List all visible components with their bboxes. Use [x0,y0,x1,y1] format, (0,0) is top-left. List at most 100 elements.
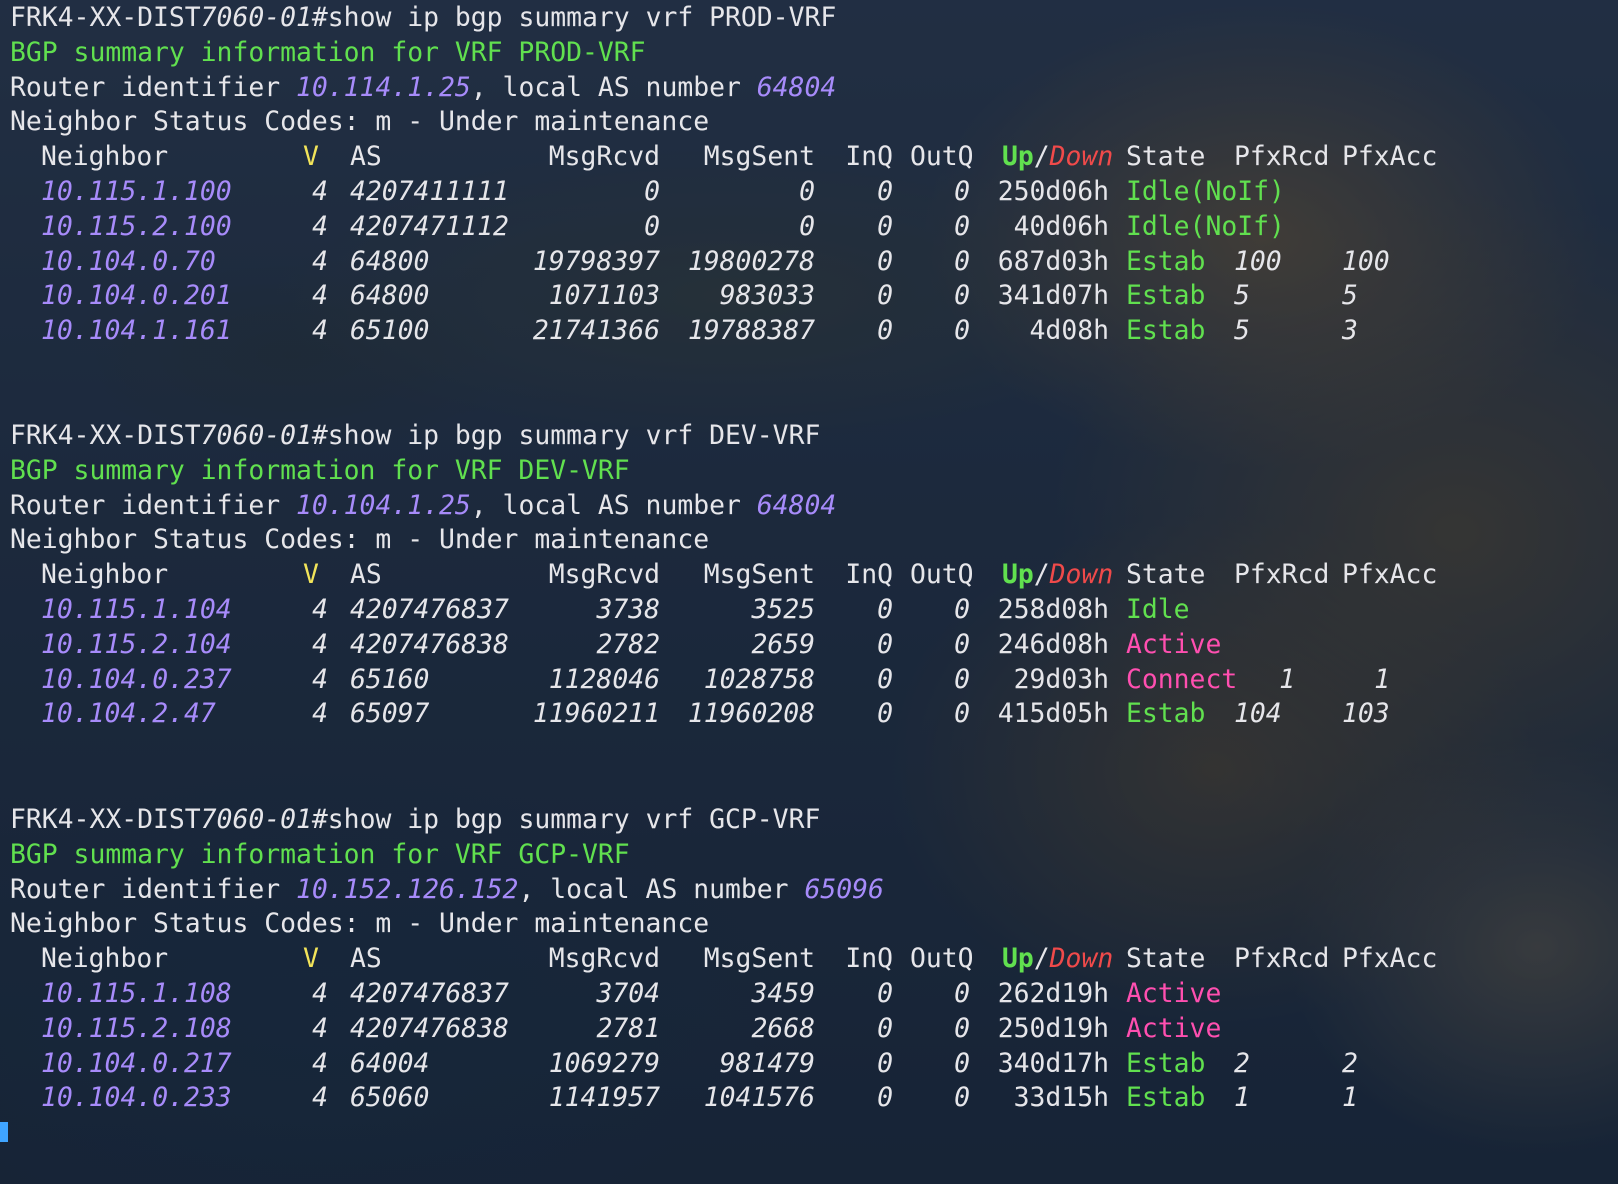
neighbor-msgsent: 0 [799,176,815,207]
neighbor-msgrcvd: 1069279 [548,1047,660,1079]
neighbor-updown: 262d19h [997,978,1109,1009]
neighbor-updown: 687d03h [997,245,1109,277]
neighbor-updown: 29d03h [1013,663,1109,695]
terminal-cursor [0,1122,8,1142]
neighbor-msgsent: 0 [799,210,815,242]
neighbor-v: 4 [312,594,328,625]
prompt-command-vrf: GCP-VRF [709,804,821,835]
neighbor-msgsent: 11960208 [687,698,815,730]
neighbor-as: 65060 [350,1082,430,1114]
prompt-hostname-model: 7060-01 [200,420,312,451]
prompt-command-vrf: DEV-VRF [709,420,821,451]
bgp-summary-heading: BGP summary information for VRF DEV-VRF [10,453,630,488]
neighbor-v: 4 [312,663,328,695]
neighbor-msgsent: 3459 [751,978,815,1009]
neighbor-outq: 0 [954,698,970,730]
neighbor-pfxacc: 1 [1374,663,1390,695]
neighbor-v: 4 [312,628,328,660]
neighbor-as: 4207476838 [350,628,509,660]
neighbor-inq: 0 [877,628,893,660]
header-up: Up [1002,943,1034,975]
prompt-command: #show ip bgp summary vrf [311,804,710,835]
header-pfxrcd: PfxRcd [1234,141,1330,173]
neighbor-msgsent: 19788387 [687,315,815,347]
neighbor-v: 4 [312,978,328,1009]
neighbor-state: Estab [1126,698,1206,730]
header-as: AS [350,559,382,591]
status-codes-text: Neighbor Status Codes: m - Under mainten… [10,524,710,556]
header-state: State [1126,943,1206,975]
header-version: V [303,141,319,173]
neighbor-neighbor: 10.104.0.233 [41,1082,232,1114]
neighbor-inq: 0 [877,280,893,312]
neighbor-pfxacc: 2 [1342,1047,1358,1079]
router-identifier-line: Router identifier 10.104.1.25, local AS … [10,488,836,523]
neighbor-as: 4207476837 [350,594,509,625]
neighbor-msgrcvd: 3704 [596,978,660,1009]
header-msgsent: MsgSent [703,559,815,591]
local-as-label: , local AS number [470,489,757,521]
neighbor-v: 4 [312,1047,328,1079]
neighbor-neighbor: 10.104.0.70 [41,245,216,277]
neighbor-v: 4 [312,1012,328,1044]
neighbor-neighbor: 10.115.2.104 [41,628,232,660]
neighbor-inq: 0 [877,594,893,625]
neighbor-pfxacc: 3 [1342,315,1358,347]
header-down: Down [1049,559,1114,591]
header-state: State [1126,559,1206,591]
header-up: Up [1002,141,1034,173]
neighbor-as: 64800 [350,280,430,312]
neighbor-v: 4 [312,280,328,312]
neighbor-as: 65160 [350,663,430,695]
prompt-hostname-model: 7060-01 [200,804,312,835]
neighbor-updown: 40d06h [1013,210,1109,242]
neighbor-outq: 0 [954,628,970,660]
local-as-label: , local AS number [470,71,757,103]
neighbor-pfxrcd: 100 [1234,245,1282,277]
neighbor-outq: 0 [954,594,970,625]
bgp-summary-heading: BGP summary information for VRF PROD-VRF [10,35,646,70]
bgp-summary-text: BGP summary information for VRF GCP-VRF [10,838,630,870]
neighbor-v: 4 [312,698,328,730]
neighbor-neighbor: 10.115.1.104 [41,594,232,625]
neighbor-v: 4 [312,210,328,242]
neighbor-pfxacc: 100 [1342,245,1390,277]
neighbor-outq: 0 [954,663,970,695]
header-up: Up [1002,559,1034,591]
header-down: Down [1049,141,1114,173]
neighbor-state: Active [1126,1012,1222,1044]
neighbor-pfxacc: 5 [1342,280,1358,312]
header-inq: InQ [845,943,893,975]
prompt-command: #show ip bgp summary vrf [311,2,710,33]
header-as: AS [350,943,382,975]
neighbor-neighbor: 10.115.2.100 [41,210,232,242]
header-version: V [303,559,319,591]
prompt-hostname: FRK4-XX-DIST [10,804,201,835]
neighbor-pfxrcd: 1 [1234,1082,1250,1114]
prompt-hostname: FRK4-XX-DIST [10,2,201,33]
header-as: AS [350,141,382,173]
router-id-value: 10.104.1.25 [296,489,471,521]
header-updown: Up/Down [1002,941,1113,976]
header-pfxacc: PfxAcc [1342,943,1438,975]
neighbor-outq: 0 [954,245,970,277]
neighbor-updown: 415d05h [997,698,1109,730]
status-codes-line: Neighbor Status Codes: m - Under mainten… [10,906,709,941]
neighbor-msgsent: 19800278 [687,245,815,277]
prompt-command-vrf: PROD-VRF [709,2,837,33]
header-down: Down [1049,943,1114,975]
neighbor-msgsent: 1028758 [703,663,815,695]
neighbor-inq: 0 [877,210,893,242]
neighbor-neighbor: 10.104.1.161 [41,315,232,347]
neighbor-msgrcvd: 1128046 [548,663,660,695]
neighbor-msgrcvd: 3738 [596,594,660,625]
neighbor-updown: 33d15h [1013,1082,1109,1114]
neighbor-outq: 0 [954,1082,970,1114]
neighbor-outq: 0 [954,1047,970,1079]
neighbor-msgrcvd: 19798397 [532,245,660,277]
local-as-label: , local AS number [518,873,805,905]
header-msgsent: MsgSent [703,141,815,173]
neighbor-inq: 0 [877,1012,893,1044]
neighbor-v: 4 [312,1082,328,1114]
neighbor-pfxrcd: 1 [1279,663,1295,695]
